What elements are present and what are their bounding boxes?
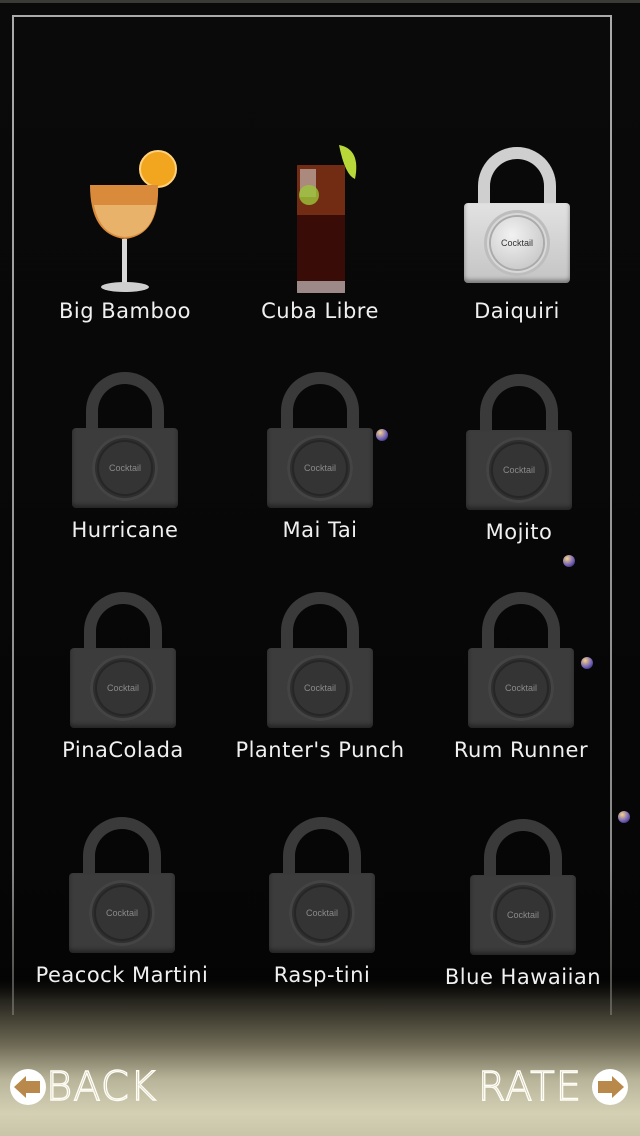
- back-button[interactable]: BACK: [10, 1063, 158, 1111]
- lock-icon: Cocktail: [69, 817, 175, 957]
- cocktail-label: Big Bamboo: [58, 299, 191, 323]
- back-arrow-icon: [10, 1069, 46, 1105]
- cocktail-rum-runner[interactable]: Cocktail Rum Runner: [421, 570, 621, 770]
- lock-label: Cocktail: [294, 662, 346, 714]
- lock-label: Cocktail: [96, 887, 148, 939]
- cocktail-daiquiri[interactable]: Cocktail Daiquiri: [417, 125, 617, 325]
- bubble-icon: [581, 657, 593, 669]
- lock-icon: Cocktail: [470, 819, 576, 959]
- cocktail-label: Hurricane: [71, 518, 179, 542]
- lock-label: Cocktail: [97, 662, 149, 714]
- cocktail-rasp-tini[interactable]: Cocktail Rasp-tini: [222, 795, 422, 995]
- lock-label: Cocktail: [495, 662, 547, 714]
- top-bar: [0, 0, 640, 3]
- cocktail-label: Daiquiri: [474, 299, 560, 323]
- cocktail-peacock-martini[interactable]: Cocktail Peacock Martini: [22, 795, 222, 995]
- cocktail-mojito[interactable]: Cocktail Mojito: [419, 352, 619, 552]
- cocktail-mai-tai[interactable]: Cocktail Mai Tai: [220, 350, 420, 550]
- cocktail-label: Cuba Libre: [261, 299, 379, 323]
- lock-label: Cocktail: [497, 889, 549, 941]
- rate-label: RATE: [477, 1063, 582, 1110]
- rate-button[interactable]: RATE: [477, 1063, 628, 1111]
- lock-label: Cocktail: [491, 217, 543, 269]
- cocktail-planters-punch[interactable]: Cocktail Planter's Punch: [220, 570, 420, 770]
- lock-icon: Cocktail: [269, 817, 375, 957]
- back-label: BACK: [45, 1063, 158, 1110]
- cocktail-label: Planter's Punch: [235, 738, 405, 762]
- cuba-libre-glass-icon: [297, 145, 357, 293]
- lock-label: Cocktail: [99, 442, 151, 494]
- bubble-icon: [618, 811, 630, 823]
- cocktail-label: Rasp-tini: [273, 963, 371, 987]
- lock-label: Cocktail: [294, 442, 346, 494]
- cocktail-label: PinaColada: [62, 738, 184, 762]
- cocktail-big-bamboo[interactable]: Big Bamboo: [25, 125, 225, 325]
- lock-icon: Cocktail: [466, 374, 572, 514]
- cocktail-cuba-libre[interactable]: Cuba Libre: [220, 125, 420, 325]
- lock-label: Cocktail: [296, 887, 348, 939]
- cocktail-label: Mojito: [485, 520, 553, 544]
- lock-label: Cocktail: [493, 444, 545, 496]
- lock-icon: Cocktail: [267, 372, 373, 512]
- cocktail-blue-hawaiian[interactable]: Cocktail Blue Hawaiian: [423, 797, 623, 997]
- bubble-icon: [376, 429, 388, 441]
- big-bamboo-glass-icon: [90, 150, 177, 292]
- cocktail-label: Mai Tai: [282, 518, 358, 542]
- lock-icon: Cocktail: [72, 372, 178, 512]
- lock-icon: Cocktail: [464, 147, 570, 287]
- cocktail-hurricane[interactable]: Cocktail Hurricane: [25, 350, 225, 550]
- cocktail-pinacolada[interactable]: Cocktail PinaColada: [23, 570, 223, 770]
- lock-icon: Cocktail: [267, 592, 373, 732]
- cocktail-label: Rum Runner: [453, 738, 589, 762]
- bubble-icon: [563, 555, 575, 567]
- cocktail-label: Peacock Martini: [35, 963, 209, 987]
- cocktail-label: Blue Hawaiian: [444, 965, 602, 989]
- forward-arrow-icon: [592, 1069, 628, 1105]
- lock-icon: Cocktail: [70, 592, 176, 732]
- lock-icon: Cocktail: [468, 592, 574, 732]
